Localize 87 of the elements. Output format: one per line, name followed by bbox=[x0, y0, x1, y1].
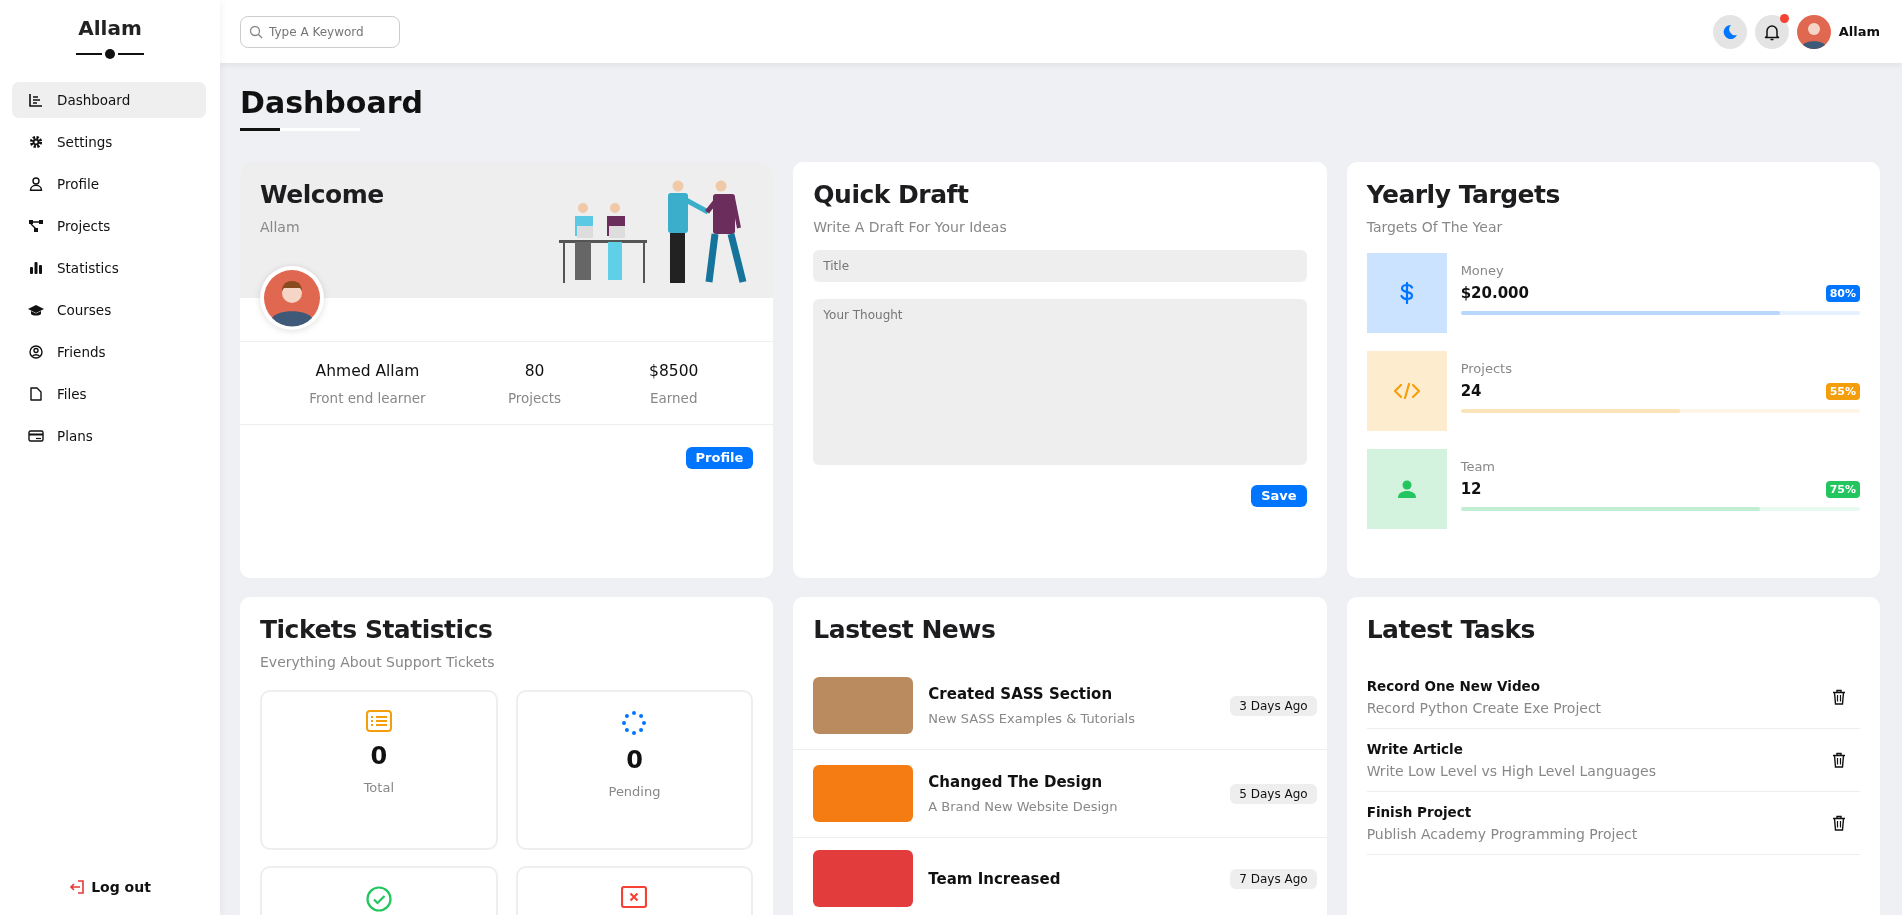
card-title: Lastest News bbox=[812, 615, 997, 644]
card-title: Quick Draft bbox=[813, 180, 970, 209]
date-badge: 3 Days Ago bbox=[1230, 695, 1317, 716]
thought-text-area[interactable]: Your Thought bbox=[813, 299, 1307, 465]
task-title: Finish Project bbox=[1366, 804, 1473, 820]
stat-value: $8500 bbox=[649, 362, 699, 380]
card-subtitle: Allam bbox=[260, 219, 301, 235]
target-value: $20.000 bbox=[1460, 284, 1529, 302]
stat-label: Projects bbox=[507, 390, 562, 406]
settings-icon bbox=[28, 135, 44, 149]
avatar-icon bbox=[260, 266, 324, 330]
brand-title: Allam bbox=[78, 16, 142, 40]
sidebar-item[interactable]: Files bbox=[12, 376, 206, 412]
task-text: Publish Academy Programming Project bbox=[1366, 826, 1638, 842]
moon-icon bbox=[1721, 23, 1738, 40]
target-value: 12 bbox=[1460, 480, 1482, 498]
dollar-icon bbox=[1399, 282, 1414, 304]
user-name: Allam bbox=[1838, 24, 1880, 39]
list-icon bbox=[365, 710, 392, 732]
ticket-count: 0 bbox=[626, 746, 643, 774]
user-circle-icon bbox=[28, 345, 44, 359]
card-title: Yearly Targets bbox=[1366, 180, 1561, 209]
user-icon bbox=[28, 177, 44, 191]
sidebar-item[interactable]: Dashboard bbox=[12, 82, 206, 118]
title-input-field[interactable]: Title bbox=[813, 250, 1307, 282]
ticket-label: Pending bbox=[608, 784, 661, 799]
user-icon bbox=[1397, 480, 1416, 498]
profile-button[interactable]: Profile bbox=[685, 447, 754, 469]
date-badge: 5 Days Ago bbox=[1230, 783, 1317, 804]
code-icon bbox=[1393, 383, 1420, 399]
stat-value: 80 bbox=[524, 362, 545, 380]
news-text: A Brand New Website Design bbox=[928, 799, 1119, 814]
logout-icon bbox=[69, 880, 86, 894]
dark-mode-toggle[interactable] bbox=[1712, 14, 1747, 49]
date-badge: 7 Days Ago bbox=[1230, 868, 1317, 889]
search-icon bbox=[249, 24, 263, 39]
task-text: Record Python Create Exe Project bbox=[1366, 700, 1602, 716]
percent-badge: 80% bbox=[1825, 284, 1860, 302]
logout-link[interactable]: Log out bbox=[69, 879, 151, 895]
news-title: Changed The Design bbox=[928, 773, 1104, 791]
sidebar-item[interactable]: Projects bbox=[12, 208, 206, 244]
task-title: Record One New Video bbox=[1366, 678, 1541, 694]
bell-icon bbox=[1763, 22, 1780, 41]
check-circle-icon bbox=[365, 886, 392, 912]
credit-card-icon bbox=[28, 430, 44, 442]
bar-chart-icon bbox=[28, 261, 44, 275]
stat-label: Front end learner bbox=[309, 390, 426, 406]
diagram-icon bbox=[28, 219, 44, 233]
avatar-icon[interactable] bbox=[1796, 14, 1831, 49]
ticket-label: Total bbox=[363, 780, 394, 795]
card-title: Latest Tasks bbox=[1366, 615, 1536, 644]
card-subtitle: Everything About Support Tickets bbox=[260, 654, 496, 670]
card-title: Welcome bbox=[260, 180, 384, 209]
chart-icon bbox=[28, 93, 44, 107]
target-value: 24 bbox=[1460, 382, 1482, 400]
sidebar-item[interactable]: Settings bbox=[12, 124, 206, 160]
graduation-cap-icon bbox=[28, 303, 44, 317]
spinner-icon bbox=[621, 710, 648, 736]
trash-icon[interactable] bbox=[1832, 815, 1846, 831]
card-subtitle: Write A Draft For Your Ideas bbox=[813, 219, 1008, 235]
news-text: New SASS Examples & Tutorials bbox=[928, 711, 1136, 726]
task-title: Write Article bbox=[1366, 741, 1464, 757]
notifications-button[interactable] bbox=[1754, 14, 1789, 49]
news-title: Created SASS Section bbox=[928, 685, 1114, 703]
ticket-count: 0 bbox=[370, 742, 388, 770]
news-title: Team Increased bbox=[928, 869, 1062, 888]
file-icon bbox=[28, 387, 44, 401]
sidebar-item[interactable]: Plans bbox=[12, 418, 206, 454]
target-label: Money bbox=[1460, 263, 1505, 278]
target-label: Projects bbox=[1460, 361, 1513, 376]
percent-badge: 75% bbox=[1825, 480, 1860, 498]
percent-badge: 55% bbox=[1825, 382, 1860, 400]
card-subtitle: Targets Of The Year bbox=[1366, 219, 1504, 235]
sidebar-item[interactable]: Statistics bbox=[12, 250, 206, 286]
brand-underline-icon bbox=[76, 48, 144, 60]
sidebar-item[interactable]: Friends bbox=[12, 334, 206, 370]
stat-value: Ahmed Allam bbox=[315, 362, 420, 380]
task-text: Write Low Level vs High Level Languages bbox=[1366, 763, 1656, 779]
target-label: Team bbox=[1460, 459, 1497, 474]
card-title: Tickets Statistics bbox=[260, 615, 494, 644]
stat-label: Earned bbox=[649, 390, 698, 406]
search-field[interactable]: Type A Keyword bbox=[240, 15, 400, 48]
sidebar-item[interactable]: Profile bbox=[12, 166, 206, 202]
sidebar-item[interactable]: Courses bbox=[12, 292, 206, 328]
trash-icon[interactable] bbox=[1832, 689, 1846, 705]
save-button[interactable]: Save bbox=[1251, 485, 1307, 507]
trash-icon[interactable] bbox=[1832, 752, 1846, 768]
